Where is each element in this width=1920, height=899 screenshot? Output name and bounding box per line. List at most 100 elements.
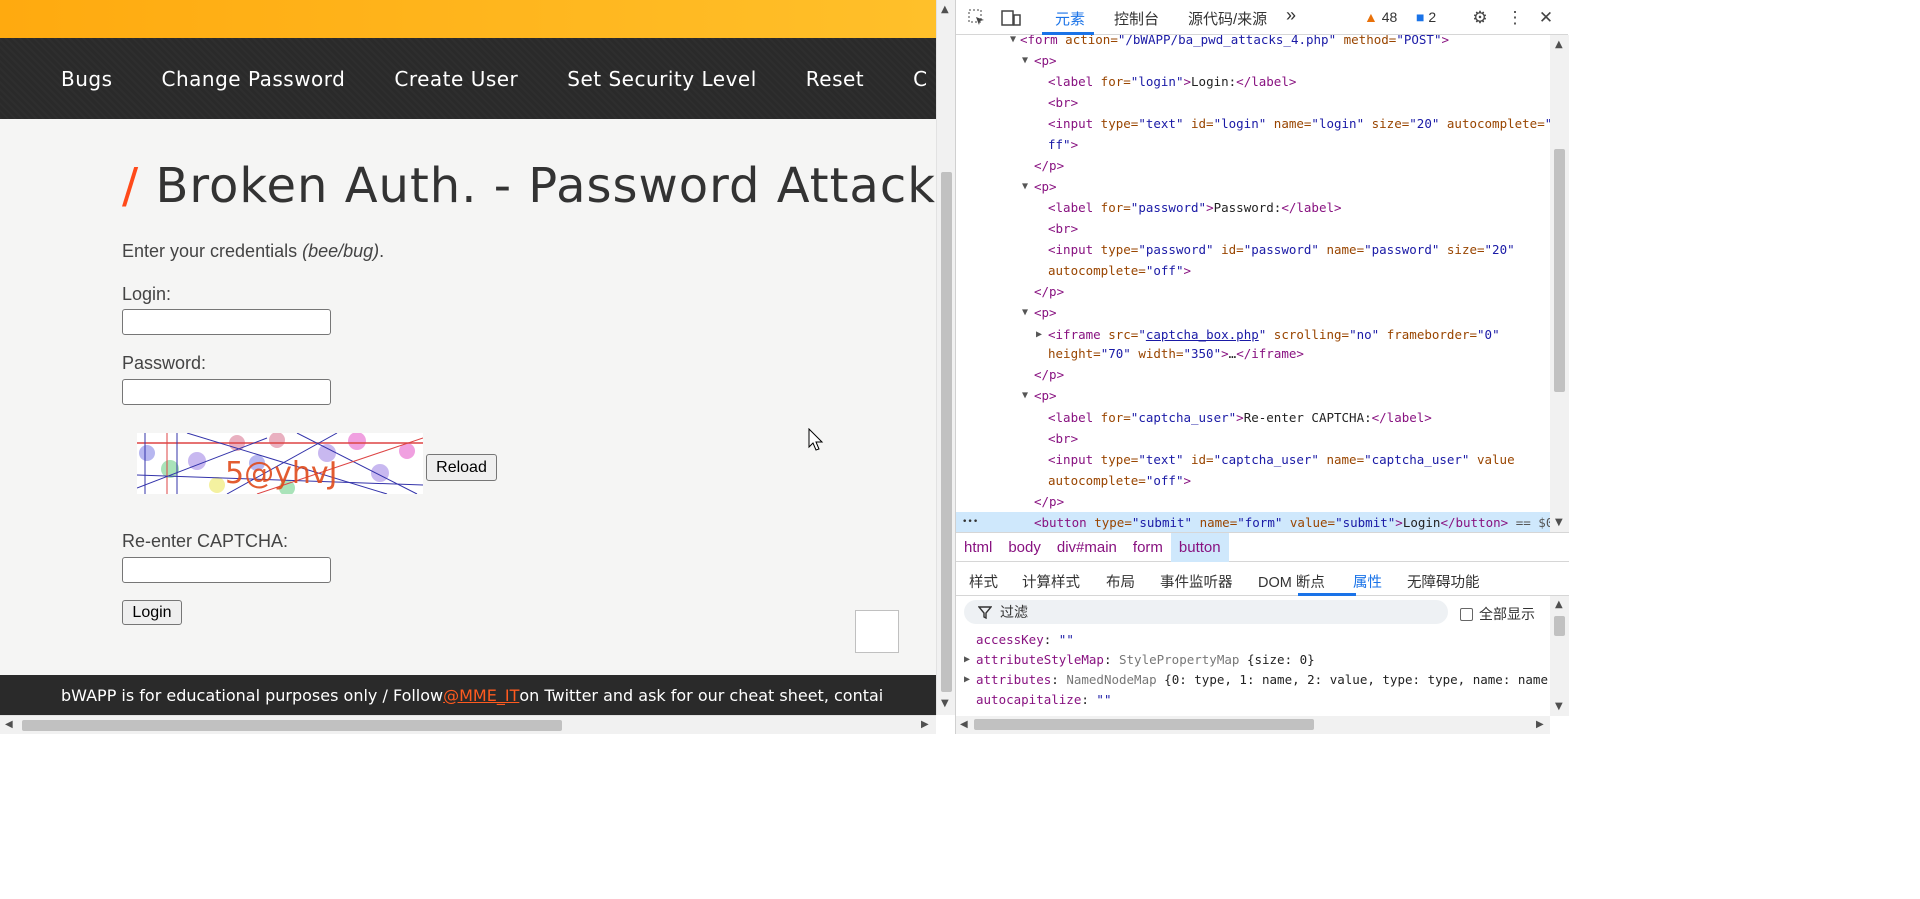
tab-accessibility[interactable]: 无障碍功能 xyxy=(1407,571,1480,592)
dom-p-close[interactable]: </p> xyxy=(1034,491,1064,512)
close-devtools-icon[interactable]: ✕ xyxy=(1535,7,1557,29)
collapse-triangle-icon[interactable]: ▼ xyxy=(1010,35,1016,45)
scrollbar-thumb[interactable] xyxy=(1554,616,1565,636)
dom-input-login-cont[interactable]: ff"> xyxy=(1048,134,1078,155)
dom-input-captcha-cont[interactable]: autocomplete="off"> xyxy=(1048,470,1191,491)
tab-properties[interactable]: 属性 xyxy=(1353,571,1382,592)
show-all-checkbox[interactable] xyxy=(1460,607,1473,621)
message-icon: ■ xyxy=(1416,9,1425,25)
device-toolbar-icon[interactable] xyxy=(1000,7,1022,29)
prop-accesskey[interactable]: accessKey: "" xyxy=(976,630,1074,650)
properties-horizontal-scrollbar[interactable]: ◀ ▶ xyxy=(956,716,1550,734)
scroll-left-arrow-icon[interactable]: ◀ xyxy=(960,719,968,730)
inspect-element-icon[interactable] xyxy=(966,7,988,29)
breadcrumb: html body div#main form button xyxy=(956,532,1569,562)
dom-input-password-cont[interactable]: autocomplete="off"> xyxy=(1048,260,1191,281)
dom-button-selected[interactable]: <button type="submit" name="form" value=… xyxy=(1034,512,1550,532)
scroll-down-arrow-icon[interactable]: ▼ xyxy=(1555,517,1563,528)
tab-styles[interactable]: 样式 xyxy=(969,571,998,592)
nav-create-user[interactable]: Create User xyxy=(394,67,518,91)
dom-p[interactable]: <p> xyxy=(1034,385,1057,406)
login-input[interactable] xyxy=(122,309,331,335)
prop-attributes[interactable]: ▶ attributes: NamedNodeMap {0: type, 1: … xyxy=(964,670,1550,690)
prop-attributestylemap[interactable]: ▶ attributeStyleMap: StylePropertyMap {s… xyxy=(964,650,1315,670)
show-all-toggle[interactable]: 全部显示 xyxy=(1460,604,1535,624)
warnings-badge[interactable]: ▲ 48 xyxy=(1364,9,1397,25)
page-vertical-scrollbar[interactable]: ▲ ▼ xyxy=(936,0,955,715)
tab-dom-breakpoints[interactable]: DOM 断点 xyxy=(1258,571,1325,592)
breadcrumb-div-main[interactable]: div#main xyxy=(1049,533,1125,562)
scroll-down-arrow-icon[interactable]: ▼ xyxy=(1555,701,1563,712)
nav-bugs[interactable]: Bugs xyxy=(61,67,113,91)
scroll-right-arrow-icon[interactable]: ▶ xyxy=(921,719,929,730)
scrollbar-thumb[interactable] xyxy=(1554,149,1565,392)
expand-triangle-icon[interactable]: ▶ xyxy=(1036,329,1042,340)
tab-computed[interactable]: 计算样式 xyxy=(1022,571,1080,592)
dom-input-login[interactable]: <input type="text" id="login" name="logi… xyxy=(1048,113,1550,134)
login-button[interactable]: Login xyxy=(122,600,182,625)
tab-event-listeners[interactable]: 事件监听器 xyxy=(1160,571,1233,592)
scroll-up-arrow-icon[interactable]: ▲ xyxy=(1555,599,1563,610)
filter-input[interactable]: 过滤 xyxy=(964,600,1448,624)
captcha-input[interactable] xyxy=(122,557,331,583)
nav-change-password[interactable]: Change Password xyxy=(162,67,346,91)
tab-sources[interactable]: 源代码/来源 xyxy=(1188,8,1267,29)
breadcrumb-body[interactable]: body xyxy=(1000,533,1049,562)
scroll-up-arrow-icon[interactable]: ▲ xyxy=(941,4,949,15)
captcha-text: 5@yhvJ xyxy=(225,456,337,491)
tab-layout[interactable]: 布局 xyxy=(1106,571,1135,592)
dom-label-password[interactable]: <label for="password">Password:</label> xyxy=(1048,197,1342,218)
collapse-triangle-icon[interactable]: ▼ xyxy=(1022,390,1028,401)
collapse-triangle-icon[interactable]: ▼ xyxy=(1022,307,1028,318)
scrollbar-thumb[interactable] xyxy=(974,719,1314,730)
breadcrumb-button[interactable]: button xyxy=(1170,532,1229,562)
dom-p-close[interactable]: </p> xyxy=(1034,364,1064,385)
tab-elements[interactable]: 元素 xyxy=(1055,8,1085,29)
dom-form[interactable]: <form action="/bWAPP/ba_pwd_attacks_4.ph… xyxy=(1020,35,1449,50)
dom-input-password[interactable]: <input type="password" id="password" nam… xyxy=(1048,239,1515,260)
expand-triangle-icon[interactable]: ▶ xyxy=(964,670,970,690)
dom-p-close[interactable]: </p> xyxy=(1034,281,1064,302)
tab-console[interactable]: 控制台 xyxy=(1114,8,1159,29)
password-label: Password: xyxy=(122,353,207,373)
nav-credits[interactable]: C xyxy=(913,67,927,91)
dom-br[interactable]: <br> xyxy=(1048,218,1078,239)
twitter-link[interactable]: @MME_IT xyxy=(443,686,519,705)
dom-p[interactable]: <p> xyxy=(1034,176,1057,197)
nav-set-security-level[interactable]: Set Security Level xyxy=(567,67,756,91)
reload-button[interactable]: Reload xyxy=(426,454,497,481)
dom-label-captcha[interactable]: <label for="captcha_user">Re-enter CAPTC… xyxy=(1048,407,1432,428)
node-actions-icon[interactable]: ••• xyxy=(962,512,978,532)
scrollbar-thumb[interactable] xyxy=(22,720,562,731)
dom-iframe[interactable]: <iframe src="captcha_box.php" scrolling=… xyxy=(1048,324,1500,345)
messages-badge[interactable]: ■ 2 xyxy=(1416,9,1436,25)
collapse-triangle-icon[interactable]: ▼ xyxy=(1022,181,1028,192)
dom-br[interactable]: <br> xyxy=(1048,428,1078,449)
web-page-viewport: Bugs Change Password Create User Set Sec… xyxy=(0,0,936,715)
dom-br[interactable]: <br> xyxy=(1048,92,1078,113)
collapse-triangle-icon[interactable]: ▼ xyxy=(1022,55,1028,66)
scroll-up-arrow-icon[interactable]: ▲ xyxy=(1555,39,1563,50)
scroll-down-arrow-icon[interactable]: ▼ xyxy=(941,698,949,709)
settings-gear-icon[interactable]: ⚙ xyxy=(1469,7,1491,29)
more-options-icon[interactable]: ⋮ xyxy=(1504,7,1526,29)
dom-p[interactable]: <p> xyxy=(1034,50,1057,71)
breadcrumb-html[interactable]: html xyxy=(956,533,1000,562)
dom-tree-scrollbar[interactable]: ▲ ▼ xyxy=(1550,35,1569,532)
password-input[interactable] xyxy=(122,379,331,405)
scrollbar-thumb[interactable] xyxy=(941,172,952,692)
more-tabs-icon[interactable]: » xyxy=(1286,5,1296,26)
page-horizontal-scrollbar[interactable]: ◀ ▶ xyxy=(0,715,936,734)
dom-label-login[interactable]: <label for="login">Login:</label> xyxy=(1048,71,1296,92)
dom-iframe-cont[interactable]: height="70" width="350">…</iframe> xyxy=(1048,343,1304,364)
expand-triangle-icon[interactable]: ▶ xyxy=(964,650,970,670)
nav-reset[interactable]: Reset xyxy=(806,67,864,91)
scroll-right-arrow-icon[interactable]: ▶ xyxy=(1536,719,1544,730)
dom-p-close[interactable]: </p> xyxy=(1034,155,1064,176)
scroll-left-arrow-icon[interactable]: ◀ xyxy=(5,719,13,730)
dom-input-captcha[interactable]: <input type="text" id="captcha_user" nam… xyxy=(1048,449,1515,470)
prop-autocapitalize[interactable]: autocapitalize: "" xyxy=(976,690,1111,710)
properties-scrollbar[interactable]: ▲ ▼ xyxy=(1550,596,1569,716)
breadcrumb-form[interactable]: form xyxy=(1125,533,1171,562)
dom-p[interactable]: <p> xyxy=(1034,302,1057,323)
